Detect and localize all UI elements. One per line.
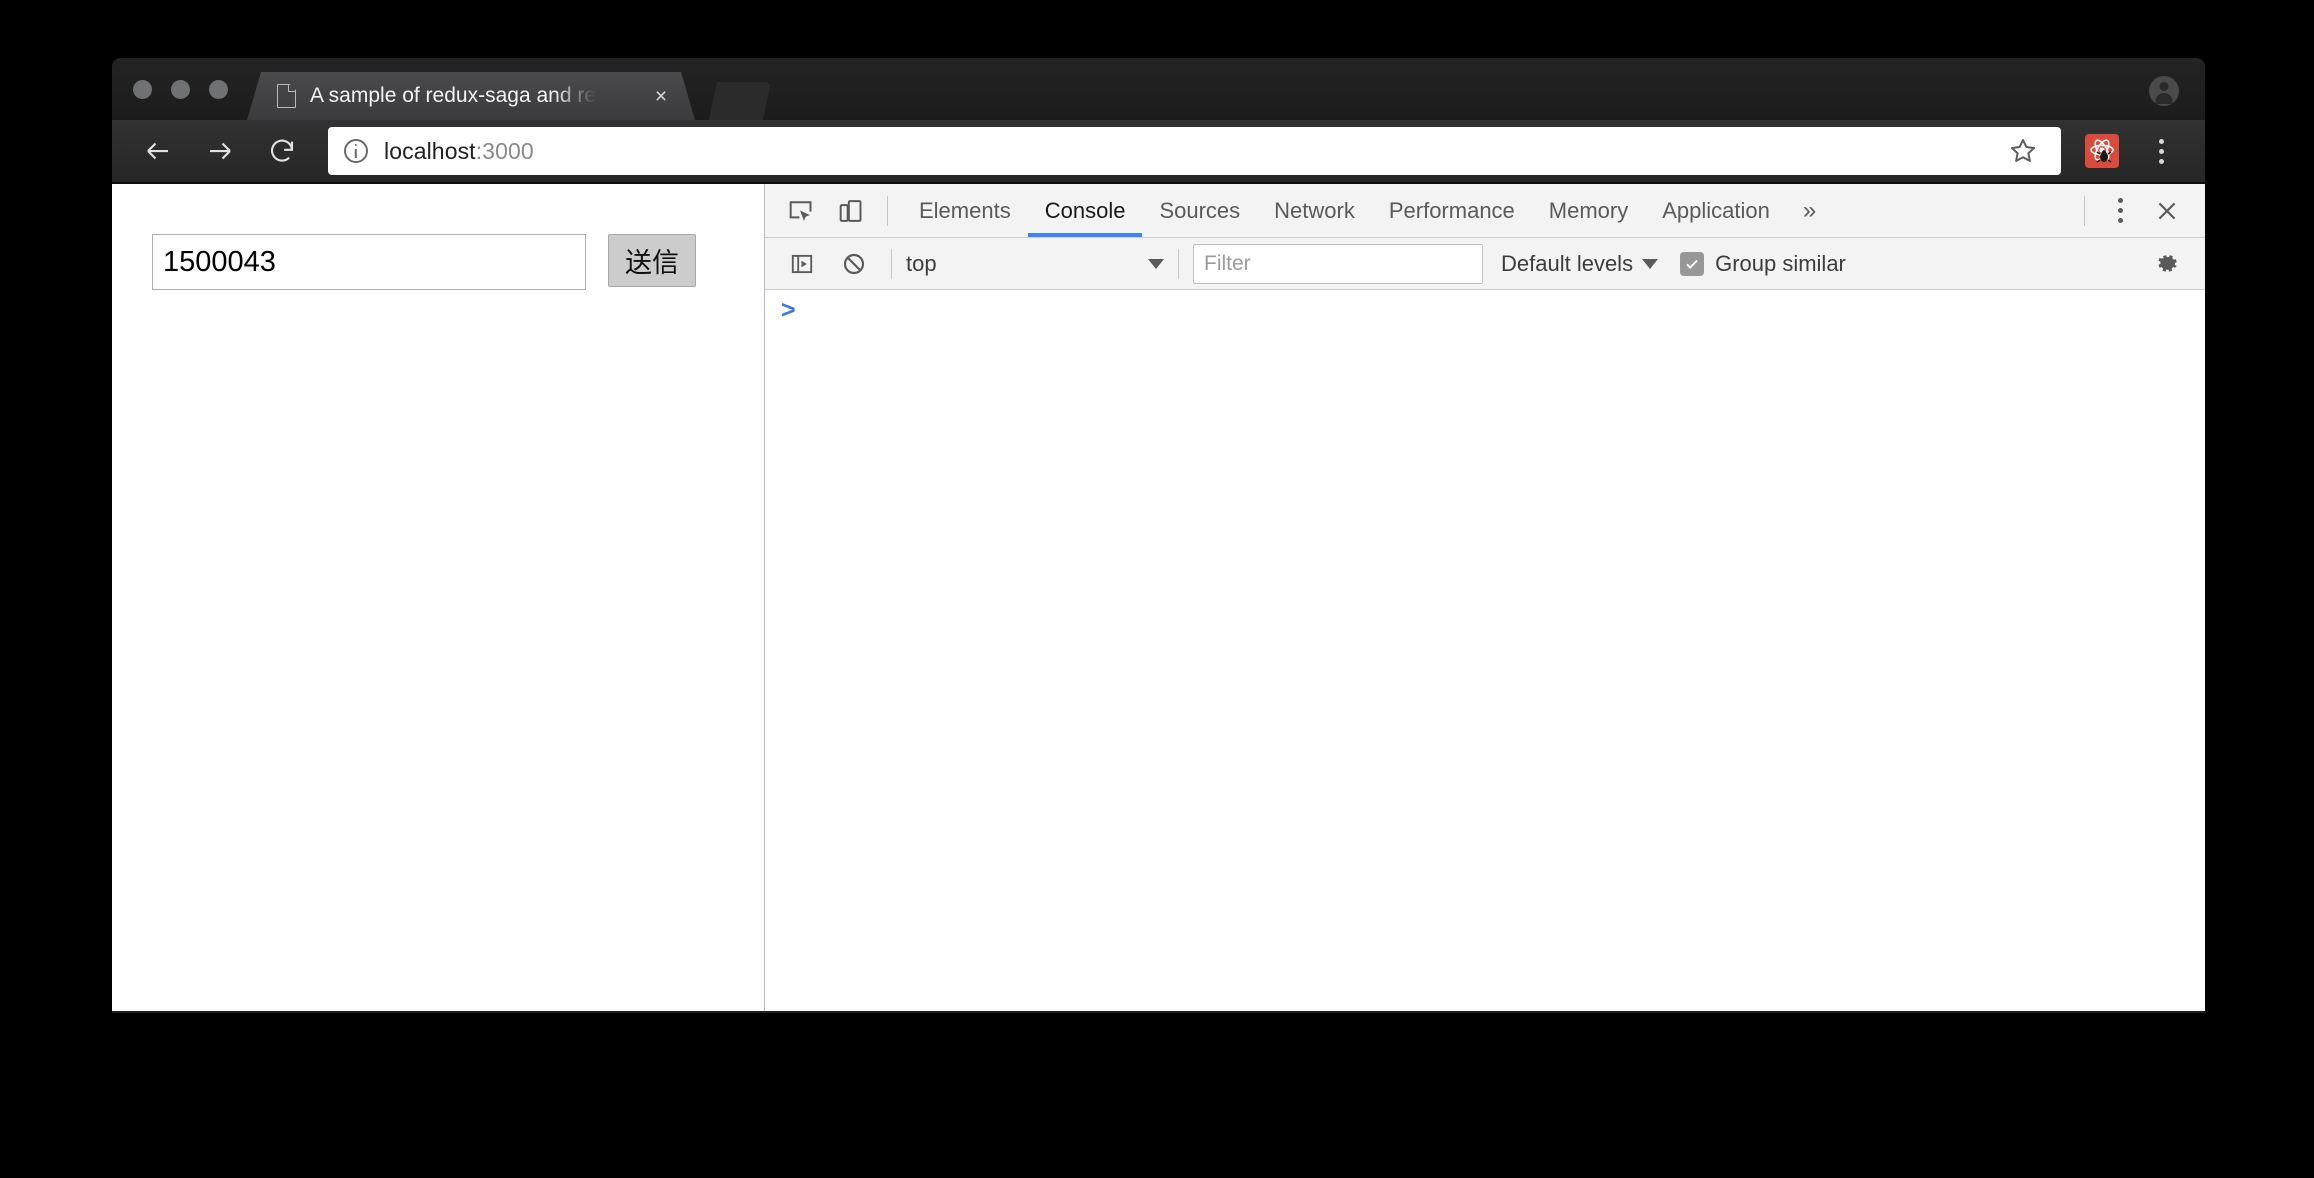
chevron-down-icon — [1642, 258, 1659, 269]
tab-sources[interactable]: Sources — [1142, 184, 1257, 237]
address-bar[interactable]: localhost:3000 — [328, 127, 1985, 175]
console-levels-label: Default levels — [1501, 250, 1634, 276]
url-host: localhost — [384, 137, 476, 164]
divider — [887, 195, 888, 226]
browser-window: A sample of redux-saga and re × localhos… — [112, 58, 2205, 1013]
console-output[interactable]: > — [765, 290, 2205, 1011]
device-toolbar-icon[interactable] — [827, 188, 873, 234]
number-input[interactable] — [152, 234, 586, 290]
tab-elements[interactable]: Elements — [902, 184, 1028, 237]
kebab-menu-icon[interactable] — [2137, 127, 2185, 175]
divider — [1178, 248, 1179, 279]
forward-arrow-icon[interactable] — [196, 127, 244, 175]
kebab-menu-icon[interactable] — [2099, 188, 2141, 234]
reload-icon[interactable] — [258, 127, 306, 175]
devtools-panel: Elements Console Sources Network Perform… — [765, 184, 2205, 1011]
clear-console-icon[interactable] — [831, 241, 877, 287]
document-icon — [277, 84, 296, 108]
url-port: :3000 — [475, 137, 534, 164]
tab-performance[interactable]: Performance — [1372, 184, 1532, 237]
submit-button[interactable]: 送信 — [608, 234, 696, 287]
content-area: 送信 Elements — [112, 184, 2205, 1011]
app-form: 送信 — [152, 234, 696, 290]
window-controls — [133, 80, 228, 99]
console-sidebar-icon[interactable] — [779, 241, 825, 287]
back-arrow-icon[interactable] — [134, 127, 182, 175]
divider — [891, 248, 892, 279]
close-icon[interactable]: × — [649, 85, 673, 109]
react-devtools-icon[interactable] — [2085, 134, 2119, 168]
info-icon[interactable] — [344, 139, 368, 163]
console-prompt-arrow-icon: > — [781, 295, 796, 324]
console-prompt-input[interactable] — [807, 293, 2205, 327]
group-similar-toggle[interactable]: Group similar — [1680, 251, 1846, 277]
page-viewport: 送信 — [112, 184, 765, 1011]
console-levels-selector[interactable]: Default levels — [1501, 250, 1659, 277]
console-context-label: top — [906, 250, 937, 276]
window-maximize-button[interactable] — [209, 80, 228, 99]
star-icon[interactable] — [1985, 127, 2061, 175]
devtools-tabbar-actions — [2070, 188, 2205, 234]
window-close-button[interactable] — [133, 80, 152, 99]
browser-toolbar: localhost:3000 — [112, 120, 2205, 184]
chevron-down-icon — [1148, 258, 1164, 269]
tab-memory[interactable]: Memory — [1532, 184, 1645, 237]
tab-network[interactable]: Network — [1257, 184, 1372, 237]
avatar[interactable] — [2149, 76, 2179, 106]
new-tab-button[interactable] — [709, 82, 771, 120]
tab-application[interactable]: Application — [1645, 184, 1787, 237]
inspect-element-icon[interactable] — [777, 188, 823, 234]
browser-tab-active[interactable]: A sample of redux-saga and re × — [247, 72, 695, 120]
close-icon[interactable] — [2141, 188, 2193, 234]
console-toolbar: top Default levels Group similar — [765, 238, 2205, 290]
divider — [2084, 195, 2085, 226]
url-text: localhost:3000 — [384, 138, 534, 165]
gear-icon[interactable] — [2145, 242, 2189, 286]
more-tabs-icon[interactable]: » — [1787, 197, 1832, 225]
tab-console[interactable]: Console — [1028, 184, 1143, 237]
window-minimize-button[interactable] — [171, 80, 190, 99]
group-similar-label: Group similar — [1715, 250, 1846, 276]
tab-strip: A sample of redux-saga and re × — [112, 58, 2205, 120]
browser-tab-title: A sample of redux-saga and re — [310, 84, 597, 107]
console-filter-input[interactable] — [1193, 243, 1483, 284]
console-context-selector[interactable]: top — [906, 244, 1164, 284]
console-prompt[interactable]: > — [765, 290, 2205, 330]
devtools-tabbar: Elements Console Sources Network Perform… — [765, 184, 2205, 238]
checkbox-checked-icon[interactable] — [1680, 251, 1705, 276]
